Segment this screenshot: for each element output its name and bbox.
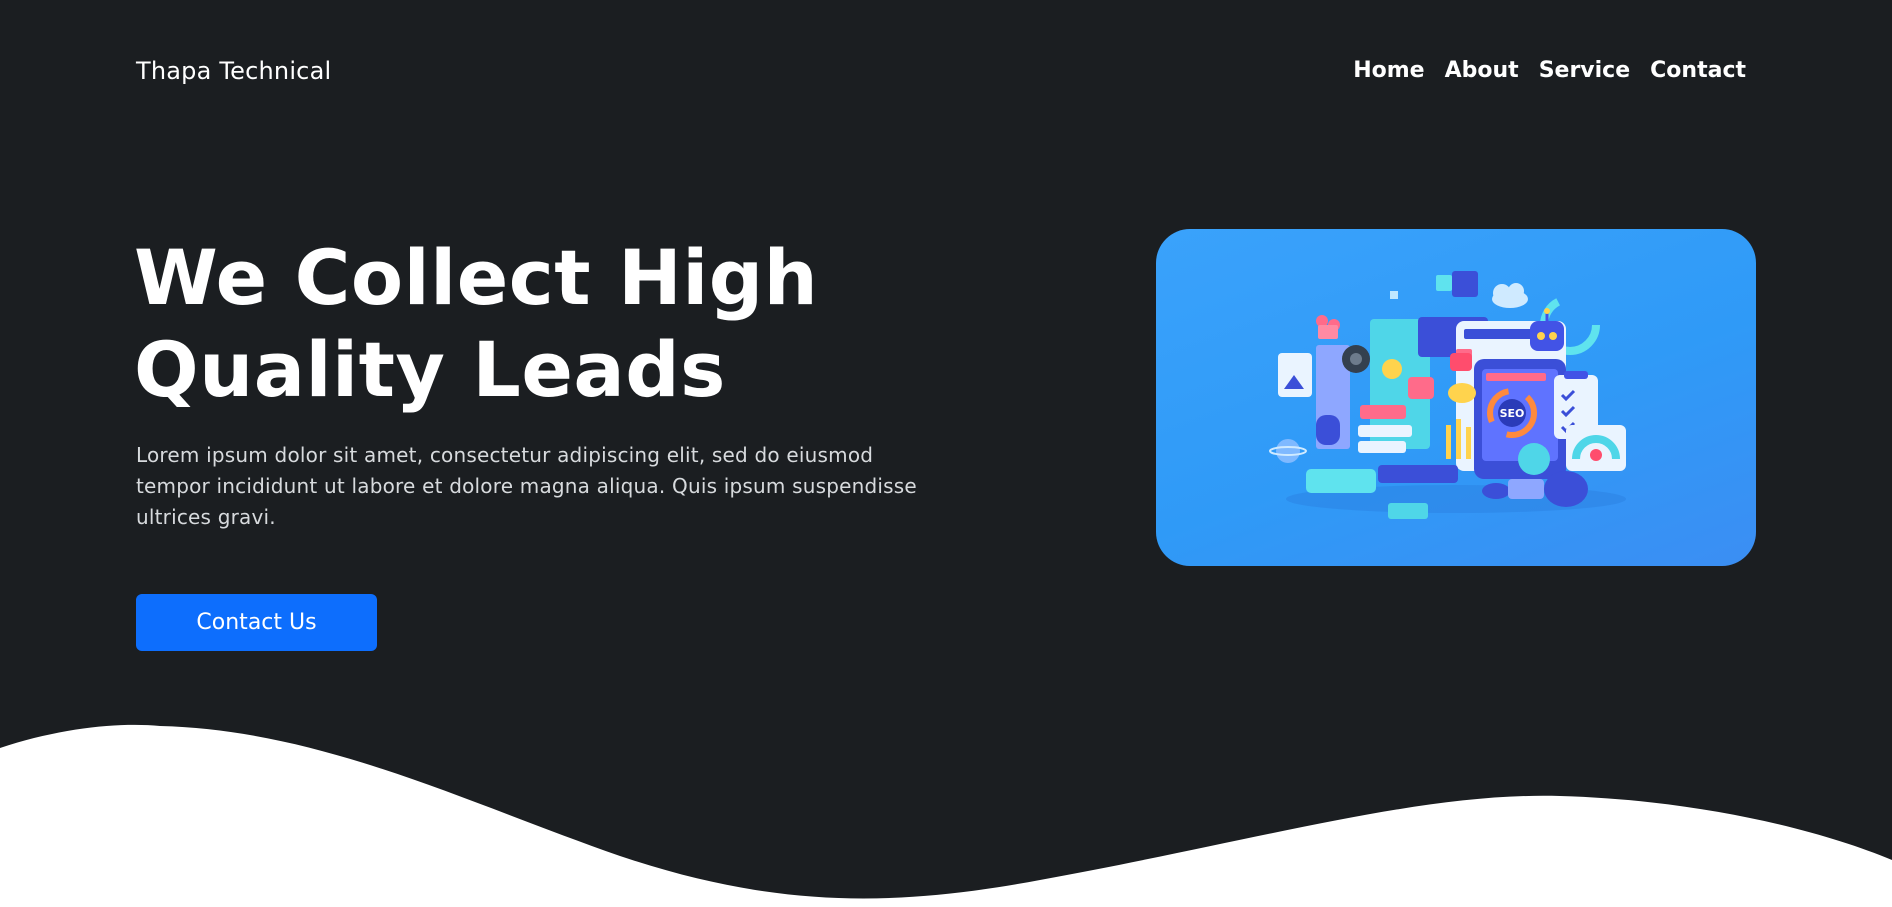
- nav-link-about[interactable]: About: [1445, 56, 1519, 86]
- contact-us-button[interactable]: Contact Us: [136, 594, 377, 651]
- brand-logo-text[interactable]: Thapa Technical: [136, 56, 331, 86]
- nav-link-service[interactable]: Service: [1539, 56, 1630, 86]
- seo-label: SEO: [1500, 407, 1525, 420]
- bottom-wave: [0, 724, 1892, 907]
- nav-link-contact[interactable]: Contact: [1650, 56, 1746, 86]
- digital-marketing-illustration: SEO: [1269, 271, 1626, 519]
- hero-title-line-1: We Collect High: [134, 233, 819, 322]
- hero-illustration: SEO: [1156, 229, 1756, 566]
- hero-title-line-2: Quality Leads: [134, 325, 726, 414]
- main-nav: Home About Service Contact: [1353, 56, 1746, 86]
- hero-title: We Collect High Quality Leads: [134, 232, 894, 416]
- hero-description: Lorem ipsum dolor sit amet, consectetur …: [136, 443, 917, 529]
- nav-link-home[interactable]: Home: [1353, 56, 1424, 86]
- page: Thapa Technical Home About Service Conta…: [0, 0, 1892, 907]
